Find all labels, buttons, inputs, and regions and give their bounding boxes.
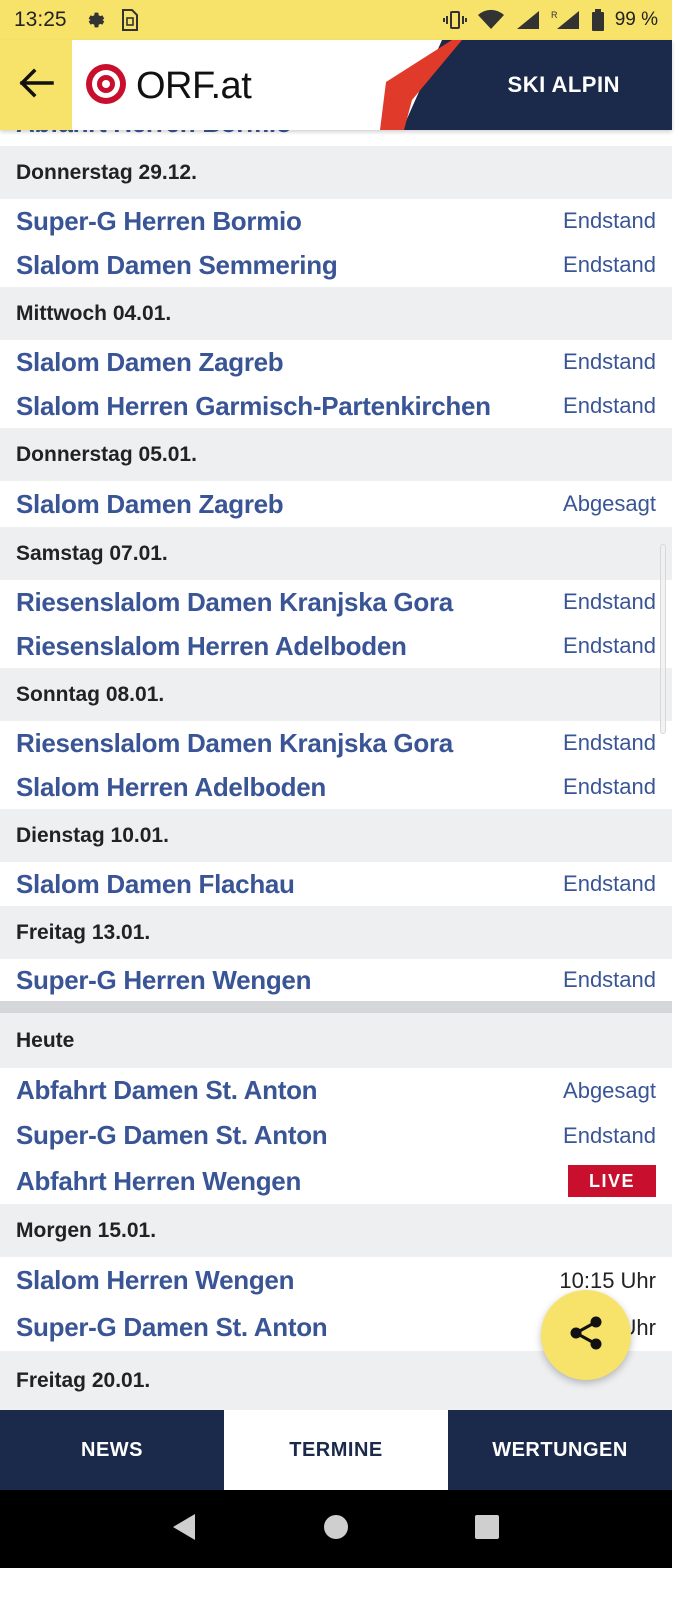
scrollbar[interactable] [660,544,666,734]
event-status: Endstand [563,349,656,374]
status-time: 13:25 [14,8,67,31]
share-icon [566,1313,606,1358]
logo-text: ORF.at [136,65,252,107]
list-item[interactable]: Abfahrt Herren Wengen LIVE [0,1158,672,1204]
recents-square-icon[interactable] [473,1513,501,1546]
settings-icon [85,9,107,31]
event-name: Slalom Herren Garmisch-Partenkirchen [16,390,491,421]
home-circle-icon[interactable] [322,1513,350,1546]
battery-icon [591,9,605,31]
svg-text:R: R [551,10,558,20]
date-header: Heute [0,1013,672,1068]
event-name: Super-G Damen St. Anton [16,1120,328,1150]
date-header: Samstag 07.01. [0,527,672,580]
tab-termine[interactable]: TERMINE [224,1410,448,1490]
event-name: Slalom Damen Flachau [16,868,295,899]
section-banner: SKI ALPIN [372,40,672,130]
list-item[interactable]: Super-G Herren Wengen Endstand [0,959,672,1001]
event-name: Abfahrt Damen St. Anton [16,1075,318,1105]
event-name: Riesenslalom Damen Kranjska Gora [16,727,453,758]
signal-icon [515,9,541,31]
list-item[interactable]: Slalom Herren Adelboden Endstand [0,765,672,809]
event-status: Endstand [563,633,656,658]
event-name: Slalom Damen Zagreb [16,488,284,519]
event-name: Slalom Damen Semmering [16,249,338,280]
date-header: Freitag 13.01. [0,906,672,959]
live-badge: LIVE [568,1165,656,1197]
list-item[interactable]: Slalom Damen Semmering Endstand [0,243,672,287]
list-item[interactable]: Slalom Herren Garmisch-Partenkirchen End… [0,384,672,428]
event-status: Abgesagt [563,1077,656,1103]
list-item[interactable]: Slalom Damen Zagreb Abgesagt [0,481,672,527]
list-item[interactable]: Riesenslalom Herren Adelboden Endstand [0,624,672,668]
tab-news[interactable]: NEWS [0,1410,224,1490]
arrow-left-icon [18,68,54,103]
list-item[interactable]: Riesenslalom Damen Kranjska Gora Endstan… [0,721,672,765]
orf-logo[interactable]: ORF.at [84,62,252,111]
event-name: Super-G Damen St. Anton [16,1312,328,1342]
event-name: Abfahrt Herren Wengen [16,1165,302,1196]
event-status: Endstand [563,774,656,799]
list-item[interactable]: Slalom Damen Zagreb Endstand [0,340,672,384]
event-name: Slalom Herren Wengen [16,1265,295,1295]
date-header: Sonntag 08.01. [0,668,672,721]
vibrate-icon [442,10,467,30]
back-triangle-icon[interactable] [171,1512,199,1547]
status-bar: 13:25 R 99 % [0,0,672,40]
date-header: Donnerstag 05.01. [0,428,672,481]
sim-icon [121,9,139,31]
share-button[interactable] [541,1290,631,1380]
event-status: Abgesagt [563,491,656,516]
tab-wertungen[interactable]: WERTUNGEN [448,1410,672,1490]
event-status: Endstand [563,730,656,755]
list-item[interactable]: Super-G Damen St. Anton Endstand [0,1113,672,1158]
list-item[interactable]: Super-G Herren Bormio Endstand [0,199,672,243]
date-header: Donnerstag 29.12. [0,146,672,199]
event-name: Riesenslalom Herren Adelboden [16,630,407,661]
date-header: Morgen 15.01. [0,1204,672,1257]
event-name: Super-G Herren Bormio [16,205,302,236]
date-header: Mittwoch 04.01. [0,287,672,340]
event-name: Slalom Damen Zagreb [16,346,284,377]
event-status: Endstand [563,967,656,992]
bottom-tab-bar: NEWS TERMINE WERTUNGEN [0,1410,672,1490]
event-status: Endstand [563,252,656,277]
list-item[interactable]: Riesenslalom Damen Kranjska Gora Endstan… [0,580,672,624]
event-status: Endstand [563,393,656,418]
event-status: Endstand [563,589,656,614]
date-header: Dienstag 10.01. [0,809,672,862]
signal-roaming-icon: R [551,9,581,31]
event-name: Slalom Herren Adelboden [16,771,326,802]
event-status: Endstand [563,871,656,896]
event-name: Super-G Herren Wengen [16,964,312,995]
wifi-icon [477,9,505,31]
battery-percentage: 99 % [614,9,658,30]
list-item[interactable]: Abfahrt Damen St. Anton Abgesagt [0,1068,672,1113]
system-nav-bar [0,1490,672,1568]
list-item[interactable]: Slalom Damen Flachau Endstand [0,862,672,906]
event-status: Endstand [563,1122,656,1148]
section-separator [0,1001,672,1013]
orf-target-icon [84,62,128,111]
event-name: Riesenslalom Damen Kranjska Gora [16,586,453,617]
app-header: ORF.at SKI ALPIN [0,40,672,130]
section-title: SKI ALPIN [507,72,620,97]
back-button[interactable] [0,40,72,130]
event-time: 10:15 Uhr [559,1267,656,1293]
event-status: Endstand [563,208,656,233]
